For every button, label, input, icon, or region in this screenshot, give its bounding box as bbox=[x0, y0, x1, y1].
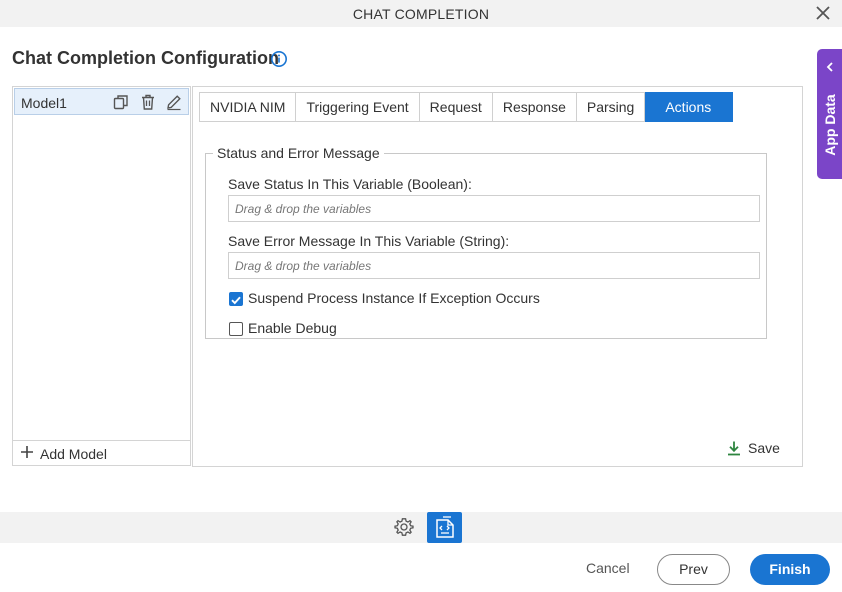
group-legend: Status and Error Message bbox=[217, 145, 380, 161]
error-variable-field[interactable] bbox=[228, 252, 760, 279]
tab-nvidia-nim[interactable]: NVIDIA NIM bbox=[199, 92, 297, 122]
status-variable-label: Save Status In This Variable (Boolean): bbox=[228, 176, 472, 192]
document-icon bbox=[436, 516, 454, 538]
config-panel: NVIDIA NIM Triggering Event Request Resp… bbox=[192, 86, 803, 467]
download-icon bbox=[728, 441, 740, 456]
edit-icon[interactable] bbox=[165, 93, 183, 111]
model-item-label: Model1 bbox=[21, 95, 67, 111]
page-title: Chat Completion Configuration bbox=[12, 48, 279, 68]
app-data-tab[interactable]: App Data bbox=[817, 49, 842, 179]
info-icon[interactable] bbox=[270, 50, 288, 68]
error-variable-label: Save Error Message In This Variable (Str… bbox=[228, 233, 510, 249]
tab-parsing[interactable]: Parsing bbox=[576, 92, 646, 122]
suspend-checkbox[interactable] bbox=[229, 292, 243, 306]
bottom-toolbar bbox=[0, 512, 842, 543]
tab-request[interactable]: Request bbox=[419, 92, 493, 122]
debug-label: Enable Debug bbox=[248, 320, 337, 336]
prev-button[interactable]: Prev bbox=[657, 554, 730, 585]
trash-icon[interactable] bbox=[139, 93, 157, 111]
status-error-group: Status and Error Message Save Status In … bbox=[205, 145, 767, 339]
title-bar: CHAT COMPLETION bbox=[0, 0, 842, 27]
model-list-item[interactable]: Model1 bbox=[14, 88, 189, 115]
add-model-label: Add Model bbox=[40, 446, 107, 462]
add-model-button[interactable]: Add Model bbox=[13, 440, 190, 465]
finish-button[interactable]: Finish bbox=[750, 554, 830, 585]
plus-icon bbox=[21, 446, 33, 458]
tab-actions[interactable]: Actions bbox=[645, 92, 734, 122]
status-variable-field[interactable] bbox=[228, 195, 760, 222]
model-list-panel: Model1 Add Model bbox=[12, 86, 191, 466]
gear-icon[interactable] bbox=[394, 517, 414, 537]
suspend-label: Suspend Process Instance If Exception Oc… bbox=[248, 290, 540, 306]
chevron-left-icon bbox=[826, 62, 833, 72]
close-icon[interactable] bbox=[814, 4, 832, 22]
document-view-button[interactable] bbox=[427, 512, 462, 543]
app-data-label: App Data bbox=[822, 94, 838, 156]
tab-triggering-event[interactable]: Triggering Event bbox=[296, 92, 420, 122]
tab-response[interactable]: Response bbox=[492, 92, 577, 122]
window-title: CHAT COMPLETION bbox=[352, 6, 490, 22]
debug-checkbox[interactable] bbox=[229, 322, 243, 336]
checkmark-icon bbox=[231, 296, 241, 305]
duplicate-icon[interactable] bbox=[112, 93, 130, 111]
save-button[interactable]: Save bbox=[726, 439, 780, 457]
save-label: Save bbox=[748, 440, 780, 456]
cancel-button[interactable]: Cancel bbox=[586, 560, 630, 576]
tab-bar: NVIDIA NIM Triggering Event Request Resp… bbox=[199, 92, 734, 122]
